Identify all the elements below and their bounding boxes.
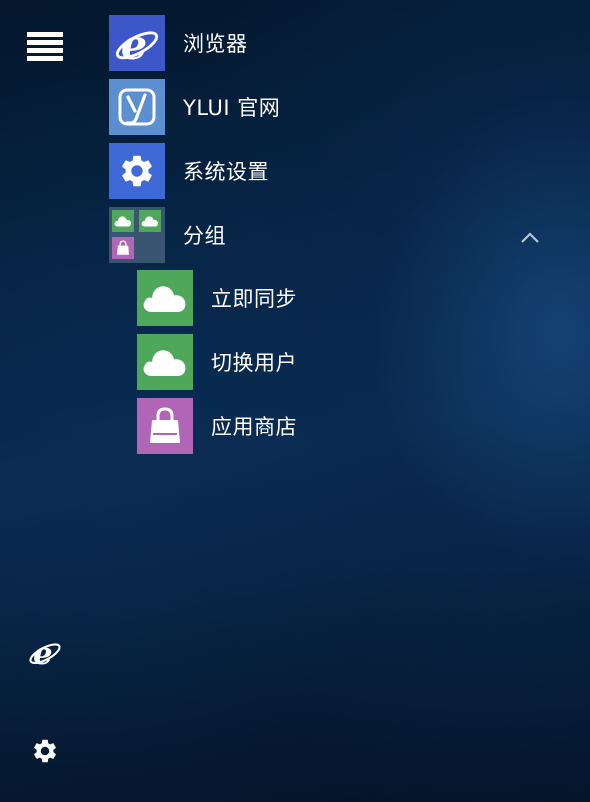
collapse-chevron-up-icon[interactable]: [518, 226, 542, 250]
cloud-icon: [112, 210, 134, 232]
left-rail: e: [0, 0, 90, 802]
menu-item-system-settings[interactable]: 系统设置: [109, 143, 269, 199]
menu-item-label: YLUI 官网: [183, 96, 281, 120]
menu-item-label: 浏览器: [183, 32, 248, 56]
cloud-icon: [139, 210, 161, 232]
hamburger-menu-icon[interactable]: [22, 24, 68, 70]
group-item-app-store[interactable]: 应用商店: [137, 398, 297, 454]
menu-item-label: 切换用户: [211, 351, 297, 375]
group-item-switch-user[interactable]: 切换用户: [137, 334, 297, 390]
menu-item-label: 应用商店: [211, 415, 297, 439]
menu-item-label: 立即同步: [211, 287, 297, 311]
shopping-bag-icon: [112, 237, 134, 259]
gear-icon: [109, 143, 165, 199]
group-item-sync-now[interactable]: 立即同步: [137, 270, 297, 326]
internet-explorer-icon[interactable]: e: [22, 629, 68, 675]
menu-item-group[interactable]: 分组: [109, 207, 226, 263]
menu-item-ylui-site[interactable]: YLUI 官网: [109, 79, 280, 135]
menu-item-browser[interactable]: e 浏览器: [109, 15, 248, 71]
menu-item-label: 分组: [183, 224, 226, 248]
internet-explorer-icon: e: [109, 15, 165, 71]
cloud-icon: [137, 270, 193, 326]
cloud-icon: [137, 334, 193, 390]
menu-item-label: 系统设置: [183, 160, 269, 184]
group-folder-icon: [109, 207, 165, 263]
ylui-logo-icon: [109, 79, 165, 135]
shopping-bag-icon: [137, 398, 193, 454]
gear-icon[interactable]: [22, 728, 68, 774]
